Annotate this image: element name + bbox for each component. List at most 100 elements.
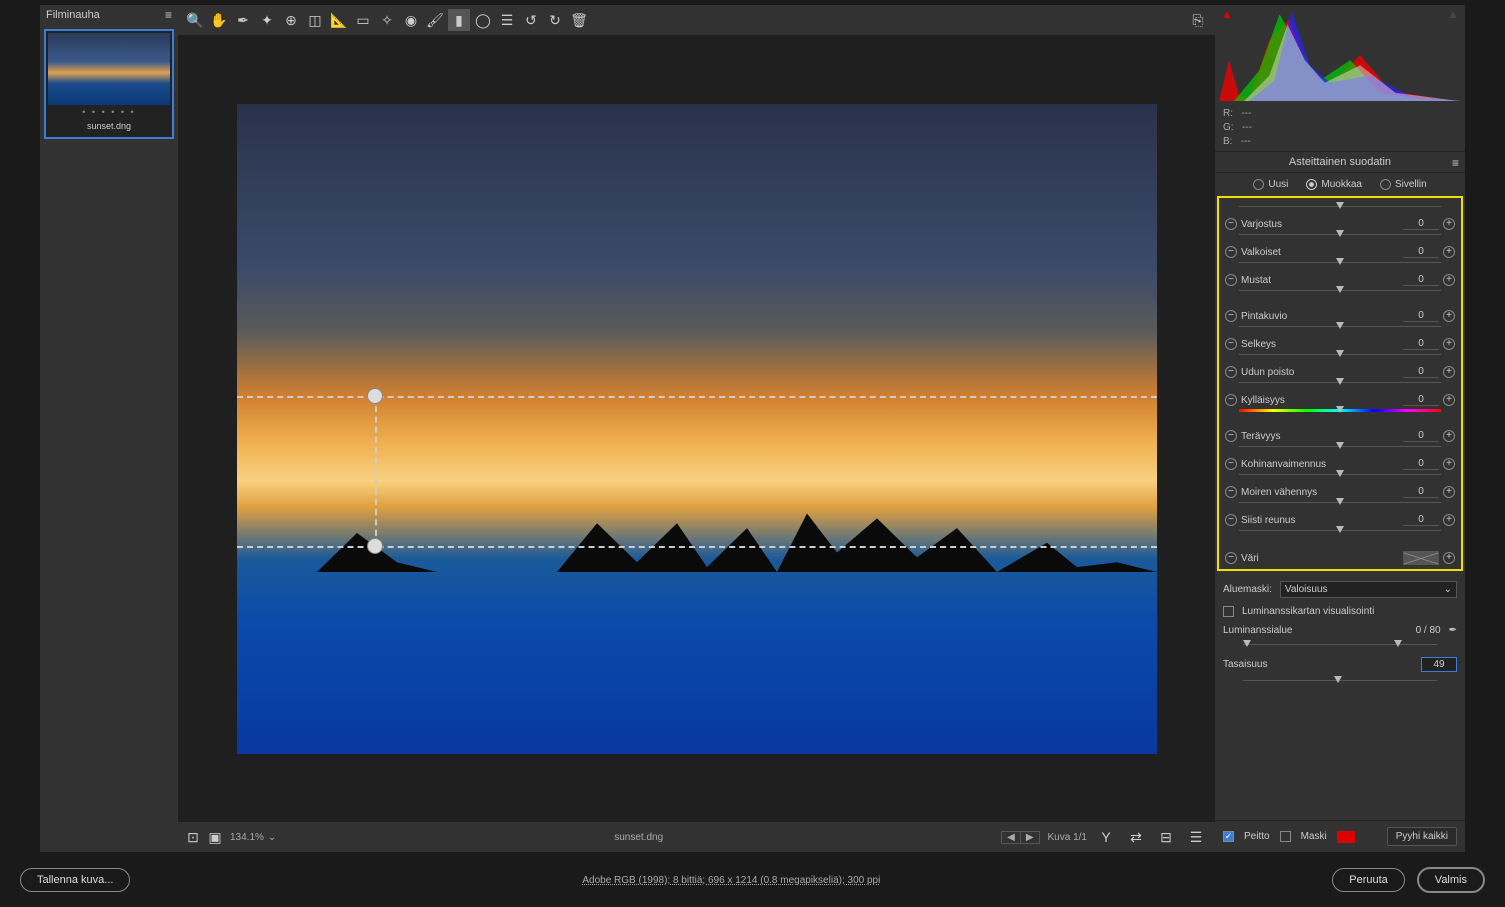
slider-track[interactable] <box>1239 526 1441 536</box>
footer-metadata[interactable]: Adobe RGB (1998); 8 bittiä; 696 x 1214 (… <box>142 875 1320 886</box>
radial-gradient-icon[interactable]: ◯ <box>472 9 494 31</box>
mask-color-chip[interactable] <box>1337 831 1355 843</box>
shadow-clip-icon[interactable]: ▲ <box>1221 7 1233 21</box>
plus-icon[interactable]: + <box>1443 310 1455 322</box>
plus-icon[interactable]: + <box>1443 458 1455 470</box>
slider-track[interactable] <box>1239 350 1441 360</box>
slider-track[interactable] <box>1239 498 1441 508</box>
slider-value[interactable]: 0 <box>1403 394 1439 406</box>
overlay-checkbox[interactable]: ✓ <box>1223 831 1234 842</box>
mode-new-radio[interactable]: Uusi <box>1253 179 1288 190</box>
eyedropper-icon[interactable]: ✒ <box>1449 625 1457 636</box>
minus-icon[interactable]: − <box>1225 458 1237 470</box>
slider-track[interactable] <box>1239 470 1441 480</box>
plus-icon[interactable]: + <box>1443 338 1455 350</box>
slider-track[interactable] <box>1239 378 1441 388</box>
slider-value[interactable]: 0 <box>1403 430 1439 442</box>
gradient-handle-top[interactable] <box>367 388 383 404</box>
open-copy-icon[interactable]: ⎘ <box>1187 9 1209 31</box>
plus-icon[interactable]: + <box>1443 552 1455 564</box>
rotate-ccw-icon[interactable]: ↺ <box>520 9 542 31</box>
minus-icon[interactable]: − <box>1225 394 1237 406</box>
zoom-tool-icon[interactable]: 🔍 <box>184 9 206 31</box>
hand-tool-icon[interactable]: ✋ <box>208 9 230 31</box>
minus-icon[interactable]: − <box>1225 274 1237 286</box>
presets-icon[interactable]: ☰ <box>496 9 518 31</box>
swap-icon[interactable]: ⇄ <box>1125 826 1147 848</box>
mask-checkbox[interactable] <box>1280 831 1291 842</box>
slider-value[interactable]: 0 <box>1403 514 1439 526</box>
grid-view-icon[interactable]: ⊡ <box>186 830 200 844</box>
color-sampler-icon[interactable]: ✦ <box>256 9 278 31</box>
smoothness-value[interactable]: 49 <box>1421 657 1457 672</box>
next-image-icon[interactable]: ▶ <box>1021 832 1039 843</box>
minus-icon[interactable]: − <box>1225 246 1237 258</box>
gradient-handle-bottom[interactable] <box>367 538 383 554</box>
redeye-icon[interactable]: ◉ <box>400 9 422 31</box>
settings-icon[interactable]: ☰ <box>1185 826 1207 848</box>
slider-value[interactable]: 0 <box>1403 486 1439 498</box>
minus-icon[interactable]: − <box>1225 310 1237 322</box>
transform-icon[interactable]: ▭ <box>352 9 374 31</box>
plus-icon[interactable]: + <box>1443 274 1455 286</box>
thumbnail[interactable]: • • • • • • sunset.dng <box>44 29 174 139</box>
minus-icon[interactable]: − <box>1225 366 1237 378</box>
slider-track[interactable] <box>1239 286 1441 296</box>
histogram[interactable]: ▲ ▲ <box>1215 5 1465 105</box>
spot-heal-icon[interactable]: ✧ <box>376 9 398 31</box>
smoothness-slider[interactable] <box>1243 676 1437 686</box>
rotate-cw-icon[interactable]: ↻ <box>544 9 566 31</box>
canvas-area[interactable] <box>178 35 1215 822</box>
prev-image-icon[interactable]: ◀ <box>1002 832 1021 843</box>
crop-icon[interactable]: ◫ <box>304 9 326 31</box>
plus-icon[interactable]: + <box>1443 486 1455 498</box>
minus-icon[interactable]: − <box>1225 218 1237 230</box>
zoom-dropdown-icon[interactable]: ⌄ <box>268 832 276 843</box>
slider-value[interactable]: 0 <box>1403 458 1439 470</box>
slider-track[interactable] <box>1239 258 1441 268</box>
image-canvas[interactable] <box>237 104 1157 754</box>
target-adjust-icon[interactable]: ⊕ <box>280 9 302 31</box>
range-mask-dropdown[interactable]: Valoisuus ⌄ <box>1280 581 1457 598</box>
plus-icon[interactable]: + <box>1443 430 1455 442</box>
linear-gradient-icon[interactable]: ▮ <box>448 9 470 31</box>
slider-value[interactable]: 0 <box>1403 366 1439 378</box>
color-swatch[interactable] <box>1403 551 1439 565</box>
eyedropper-icon[interactable]: ✒ <box>232 9 254 31</box>
lum-range-slider[interactable] <box>1243 640 1437 650</box>
slider-track[interactable] <box>1239 230 1441 240</box>
plus-icon[interactable]: + <box>1443 366 1455 378</box>
done-button[interactable]: Valmis <box>1417 867 1485 893</box>
viz-checkbox[interactable] <box>1223 606 1234 617</box>
slider-value[interactable]: 0 <box>1403 274 1439 286</box>
trash-icon[interactable]: 🗑 <box>568 9 590 31</box>
slider-track[interactable] <box>1239 322 1441 332</box>
clear-all-button[interactable]: Pyyhi kaikki <box>1387 827 1457 846</box>
plus-icon[interactable]: + <box>1443 514 1455 526</box>
brush-icon[interactable]: 🖌 <box>424 9 446 31</box>
filmstrip-menu-icon[interactable]: ≡ <box>165 8 172 22</box>
single-view-icon[interactable]: ▣ <box>208 830 222 844</box>
slider-value[interactable]: 0 <box>1403 310 1439 322</box>
minus-icon[interactable]: − <box>1225 486 1237 498</box>
plus-icon[interactable]: + <box>1443 394 1455 406</box>
minus-icon[interactable]: − <box>1225 552 1237 564</box>
before-after-icon[interactable]: Y <box>1095 826 1117 848</box>
slider-track[interactable] <box>1239 442 1441 452</box>
minus-icon[interactable]: − <box>1225 514 1237 526</box>
highlight-clip-icon[interactable]: ▲ <box>1447 7 1459 21</box>
slider-value[interactable]: 0 <box>1403 218 1439 230</box>
cancel-button[interactable]: Peruuta <box>1332 868 1405 892</box>
slider-value[interactable]: 0 <box>1403 338 1439 350</box>
plus-icon[interactable]: + <box>1443 246 1455 258</box>
slider-track[interactable] <box>1239 406 1441 416</box>
save-image-button[interactable]: Tallenna kuva... <box>20 868 130 892</box>
mode-edit-radio[interactable]: Muokkaa <box>1306 179 1362 190</box>
copy-settings-icon[interactable]: ⊟ <box>1155 826 1177 848</box>
plus-icon[interactable]: + <box>1443 218 1455 230</box>
panel-menu-icon[interactable]: ≡ <box>1452 156 1459 170</box>
slider-value[interactable]: 0 <box>1403 246 1439 258</box>
minus-icon[interactable]: − <box>1225 338 1237 350</box>
minus-icon[interactable]: − <box>1225 430 1237 442</box>
mode-brush-radio[interactable]: Sivellin <box>1380 179 1427 190</box>
